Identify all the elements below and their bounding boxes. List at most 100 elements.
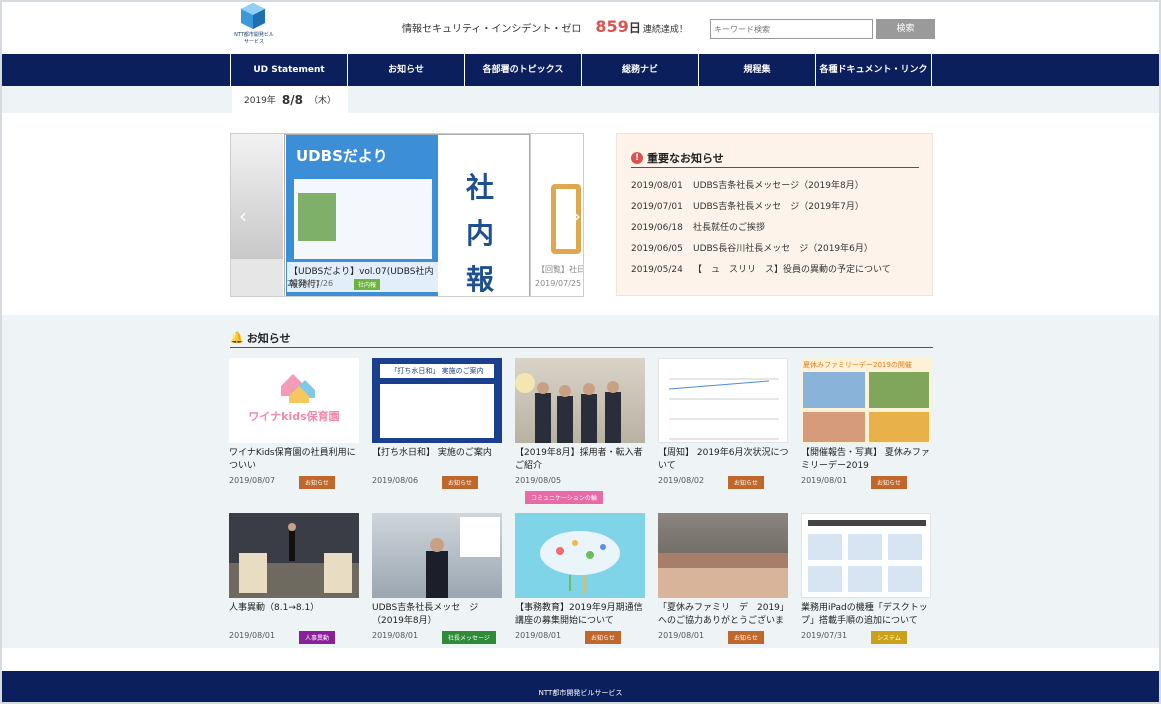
thumb-text: 「打ち水日和」 実施のご案内 <box>380 364 494 378</box>
news-caption[interactable]: 人事異動（8.1→8.1） <box>229 602 361 628</box>
cube-logo-icon <box>241 3 265 29</box>
security-streak: 情報セキュリティ・インシデント・ゼロ 859 日 連続達成！ <box>402 17 688 41</box>
news-thumbnail[interactable] <box>372 513 502 598</box>
header: NTT都市開発ビルサービス 情報セキュリティ・インシデント・ゼロ 859 日 連… <box>2 2 1159 54</box>
news-caption[interactable]: 【開催報告・写真】 夏休みファミリーデー2019 <box>801 447 933 473</box>
nav-item-dept-topics[interactable]: 各部署のトピックス <box>464 54 581 86</box>
important-notices: ! 重要なお知らせ 2019/08/01 UDBS吉条社長メッセージ（2019年8… <box>616 133 933 296</box>
news-caption[interactable]: 業務用iPadの機種「デスクトップ」搭載手順の追加について <box>801 602 933 628</box>
news-title: お知らせ <box>246 331 291 345</box>
important-title: 重要なお知らせ <box>647 151 724 165</box>
footer-text: NTT都市開発ビルサービス <box>538 689 623 697</box>
news-header: 🔔 お知らせ <box>230 328 933 348</box>
news-date: 2019/08/02 <box>658 476 705 485</box>
news-thumbnail[interactable] <box>801 513 931 598</box>
carousel-tag[interactable]: 社内報 <box>354 279 381 290</box>
date-weekday: （木） <box>308 96 336 106</box>
news-date: 2019/07/31 <box>801 631 848 640</box>
important-item[interactable]: 2019/08/01 UDBS吉条社長メッセージ（2019年8月） <box>631 178 927 199</box>
news-tag[interactable]: 人事異動 <box>299 631 336 644</box>
news-tag[interactable]: お知らせ <box>585 631 621 644</box>
news-caption[interactable]: 【2019年8月】採用者・転入者ご紹介 <box>515 447 647 473</box>
nav-item-regulations[interactable]: 規程集 <box>698 54 815 86</box>
search-input[interactable] <box>710 19 873 39</box>
news-tag[interactable]: お知らせ <box>299 476 335 489</box>
logo-text: NTT都市開発ビルサービス <box>234 32 274 45</box>
news-tag[interactable]: システム <box>871 631 907 644</box>
news-date: 2019/08/01 <box>372 631 419 640</box>
nav-item-general-affairs[interactable]: 総務ナビ <box>581 54 698 86</box>
news-card[interactable]: 「打ち水日和」 実施のご案内 【打ち水日和】 実施のご案内 2019/08/06… <box>372 358 504 508</box>
news-card[interactable]: 夏休みファミリーデー2019の開催 【開催報告・写真】 夏休みファミリーデー20… <box>801 358 933 508</box>
news-thumbnail[interactable]: ワイナkids保育園 <box>229 358 359 443</box>
bell-icon: 🔔 <box>230 331 244 344</box>
date-bar: 2019年 8/8 （木） <box>2 86 1159 113</box>
news-card[interactable]: UDBS吉条社長メッセ ジ（2019年8月） 2019/08/01 社長メッセー… <box>372 513 504 663</box>
news-date: 2019/08/01 <box>515 631 562 640</box>
news-date: 2019/08/05 <box>515 476 562 485</box>
thumb-text: 夏休みファミリーデー2019の開催 <box>803 361 912 369</box>
security-suffix: 連続達成！ <box>642 25 688 35</box>
important-item[interactable]: 2019/07/01 UDBS吉条社長メッセ ジ（2019年7月） <box>631 199 927 220</box>
security-days: 859 <box>595 17 629 36</box>
news-card[interactable]: 【事務教育】2019年9月期通信講座の募集開始について 2019/08/01 お… <box>515 513 647 663</box>
date-year: 2019年 <box>243 96 276 106</box>
important-item[interactable]: 2019/05/24 【 ュ スリリ ス】役員の異動の予定について <box>631 262 927 283</box>
alert-icon: ! <box>631 151 643 164</box>
search-button[interactable]: 検索 <box>876 19 935 39</box>
news-tag[interactable]: コミュニケーションの輪 <box>525 491 603 504</box>
cover-kanji: 社内報 <box>465 171 494 296</box>
news-card[interactable]: 人事異動（8.1→8.1） 2019/08/01 人事異動 <box>229 513 361 663</box>
chevron-left-icon[interactable]: ‹ <box>235 204 251 228</box>
important-header: ! 重要なお知らせ <box>631 148 919 168</box>
news-caption[interactable]: 【事務教育】2019年9月期通信講座の募集開始について <box>515 602 647 628</box>
news-card[interactable]: 業務用iPadの機種「デスクトップ」搭載手順の追加について 2019/07/31… <box>801 513 933 663</box>
company-logo[interactable]: NTT都市開発ビルサービス <box>232 2 276 52</box>
security-label: 情報セキュリティ・インシデント・ゼロ <box>402 24 582 35</box>
news-date: 2019/08/01 <box>801 476 848 485</box>
news-thumbnail[interactable] <box>229 513 359 598</box>
carousel-next-caption: 【回覧】社日 <box>537 265 584 274</box>
news-thumbnail[interactable] <box>658 513 788 598</box>
news-caption[interactable]: 【打ち水日和】 実施のご案内 <box>372 447 504 473</box>
carousel-date: 2019/07/26 <box>287 279 334 288</box>
nav-item-ud-statement[interactable]: UD Statement <box>230 54 347 86</box>
footer: NTT都市開発ビルサービス <box>2 671 1159 702</box>
news-date: 2019/08/07 <box>229 476 276 485</box>
news-thumbnail[interactable] <box>658 358 788 443</box>
news-tag[interactable]: お知らせ <box>728 476 764 489</box>
news-caption[interactable]: 【周知】 2019年6月次状況について <box>658 447 790 473</box>
news-thumbnail[interactable] <box>515 358 645 443</box>
news-date: 2019/08/06 <box>372 476 419 485</box>
news-tag[interactable]: お知らせ <box>442 476 478 489</box>
news-caption[interactable]: ワイナKids保育園の社員利用についい <box>229 447 361 473</box>
important-item[interactable]: 2019/06/18 社長就任のご挨拶 <box>631 220 927 241</box>
chevron-right-icon[interactable]: › <box>569 204 583 228</box>
carousel-next-date: 2019/07/25 <box>535 279 582 288</box>
feature-carousel: UDBSだより 社内報 【UDBSだより】vol.07(UDBS社内報発行) 2… <box>230 133 584 297</box>
news-thumbnail[interactable]: 「打ち水日和」 実施のご案内 <box>372 358 502 443</box>
news-card[interactable]: 「夏休みファミリ デ 2019」へのご協力ありがとうございました 2019/08… <box>658 513 790 663</box>
thumb-text: ワイナkids保育園 <box>248 410 340 423</box>
security-unit: 日 <box>628 21 641 35</box>
news-card[interactable]: 【2019年8月】採用者・転入者ご紹介 2019/08/05 コミュニケーション… <box>515 358 647 508</box>
important-item[interactable]: 2019/06/05 UDBS長谷川社長メッセ ジ（2019年6月） <box>631 241 927 262</box>
news-tag[interactable]: お知らせ <box>871 476 907 489</box>
news-card[interactable]: ワイナkids保育園 ワイナKids保育園の社員利用についい 2019/08/0… <box>229 358 361 508</box>
nav-item-news[interactable]: お知らせ <box>347 54 464 86</box>
news-date: 2019/08/01 <box>229 631 276 640</box>
news-date: 2019/08/01 <box>658 631 705 640</box>
cover-title: UDBSだより <box>296 147 388 165</box>
news-tag[interactable]: お知らせ <box>728 631 764 644</box>
news-card[interactable]: 【周知】 2019年6月次状況について 2019/08/02 お知らせ <box>658 358 790 508</box>
current-date: 2019年 8/8 （木） <box>232 86 348 113</box>
news-thumbnail[interactable]: 夏休みファミリーデー2019の開催 <box>801 358 931 443</box>
main-nav: UD Statement お知らせ 各部署のトピックス 総務ナビ 規程集 各種ド… <box>2 54 1159 86</box>
news-tag[interactable]: 社長メッセージ <box>442 631 496 644</box>
news-caption[interactable]: UDBS吉条社長メッセ ジ（2019年8月） <box>372 602 504 628</box>
date-month-day: 8/8 <box>281 92 303 107</box>
news-thumbnail[interactable] <box>515 513 645 598</box>
nav-item-documents-links[interactable]: 各種ドキュメント・リンク <box>815 54 932 86</box>
important-list: 2019/08/01 UDBS吉条社長メッセージ（2019年8月） 2019/07… <box>631 178 927 283</box>
news-caption[interactable]: 「夏休みファミリ デ 2019」へのご協力ありがとうございました <box>658 602 790 628</box>
